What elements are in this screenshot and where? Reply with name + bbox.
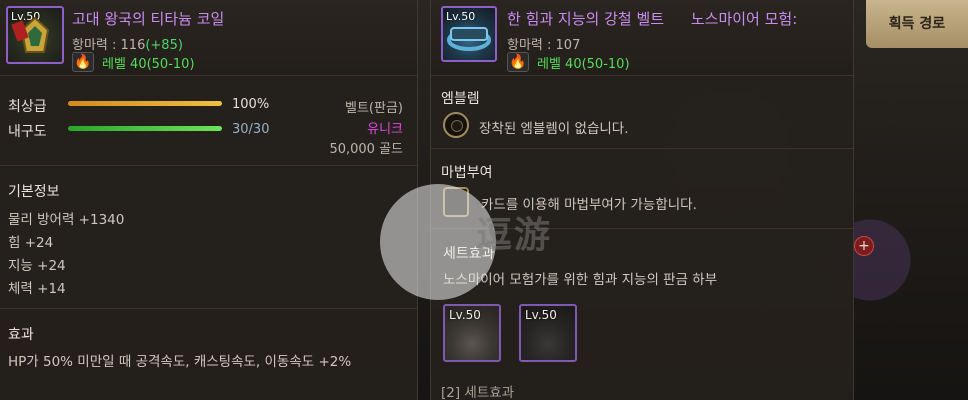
quality-label: 최상급 <box>8 99 47 115</box>
level-row: 🔥 레벨 40(50-10) <box>72 52 195 72</box>
effect-title: 효과 <box>8 327 34 343</box>
enchant-text: 카드를 이용해 마법부여가 가능합니다. <box>481 197 697 213</box>
enchant-card-slot[interactable] <box>443 187 469 217</box>
quality-bar-fill <box>68 101 222 106</box>
item-type: 벨트(판금) <box>345 101 403 116</box>
durability-value: 30/30 <box>232 122 270 137</box>
divider <box>0 308 417 309</box>
set-item-level: Lv.50 <box>449 308 481 322</box>
item-defense: 항마력 : 116(+85) <box>72 34 183 53</box>
emblem-title: 엠블렘 <box>441 91 480 107</box>
level-range: 레벨 40(50-10) <box>537 56 630 72</box>
quality-value: 100% <box>232 97 270 112</box>
item-tooltip-equipped: Lv.50 고대 왕국의 티타늄 코일 항마력 : 116(+85) 🔥 레벨 … <box>0 0 418 400</box>
stat-phys-defense: 물리 방어력 +1340 <box>8 212 125 228</box>
belt-art-icon <box>447 27 491 51</box>
item-name-main: 한 힘과 지능의 강철 벨트 <box>507 10 665 28</box>
defense-bonus: (+85) <box>145 38 183 53</box>
level-range: 레벨 40(50-10) <box>102 56 195 72</box>
set-item-level: Lv.50 <box>525 308 557 322</box>
durability-label: 내구도 <box>8 124 47 140</box>
set-item-1[interactable]: Lv.50 <box>443 304 501 362</box>
enchant-title: 마법부여 <box>441 165 493 181</box>
defense-label: 항마력 : 107 <box>507 38 581 53</box>
stat-intelligence: 지능 +24 <box>8 258 66 274</box>
set-effect-label: [2] 세트효과 <box>441 385 515 400</box>
titanium-coil-item-icon[interactable]: Lv.50 <box>6 6 64 64</box>
tooltip-header: Lv.50 고대 왕국의 티타늄 코일 항마력 : 116(+85) 🔥 레벨 … <box>0 0 417 76</box>
tooltip-header: Lv.50 한 힘과 지능의 강철 벨트 노스마이어 모험: 항마력 : 107… <box>431 0 853 76</box>
divider <box>431 148 853 149</box>
plus-icon[interactable]: + <box>854 236 874 256</box>
durability-bar-fill <box>68 126 222 131</box>
item-name-suffix: 노스마이어 모험: <box>690 10 798 28</box>
emblem-text: 장착된 엠블렘이 없습니다. <box>479 121 629 137</box>
basic-info-title: 기본정보 <box>8 184 60 200</box>
item-name: 고대 왕국의 티타늄 코일 <box>72 10 225 28</box>
flame-icon: 🔥 <box>72 52 94 72</box>
item-rarity: 유니크 <box>367 122 403 137</box>
set-name: 노스마이어 모험가를 위한 힘과 지능의 판금 하부 <box>443 272 718 288</box>
emblem-slot[interactable] <box>443 112 469 138</box>
effect-text: HP가 50% 미만일 때 공격속도, 캐스팅속도, 이동속도 +2% <box>8 354 352 370</box>
stat-vitality: 체력 +14 <box>8 281 66 297</box>
stat-strength: 힘 +24 <box>8 235 54 251</box>
coil-art-icon <box>11 16 50 53</box>
divider <box>431 228 853 229</box>
item-name: 한 힘과 지능의 강철 벨트 노스마이어 모험: <box>507 8 797 29</box>
set-effect-title: 세트효과 <box>443 246 495 262</box>
flame-icon: 🔥 <box>507 52 529 72</box>
set-item-2[interactable]: Lv.50 <box>519 304 577 362</box>
divider <box>0 165 417 166</box>
steel-belt-item-icon[interactable]: Lv.50 <box>441 6 497 62</box>
acquire-route-button[interactable]: 획득 경로 <box>866 0 968 48</box>
level-row: 🔥 레벨 40(50-10) <box>507 52 630 72</box>
defense-label: 항마력 : 116 <box>72 38 146 53</box>
item-price: 50,000 골드 <box>329 142 403 157</box>
item-tooltip-compare: Lv.50 한 힘과 지능의 강철 벨트 노스마이어 모험: 항마력 : 107… <box>430 0 854 400</box>
